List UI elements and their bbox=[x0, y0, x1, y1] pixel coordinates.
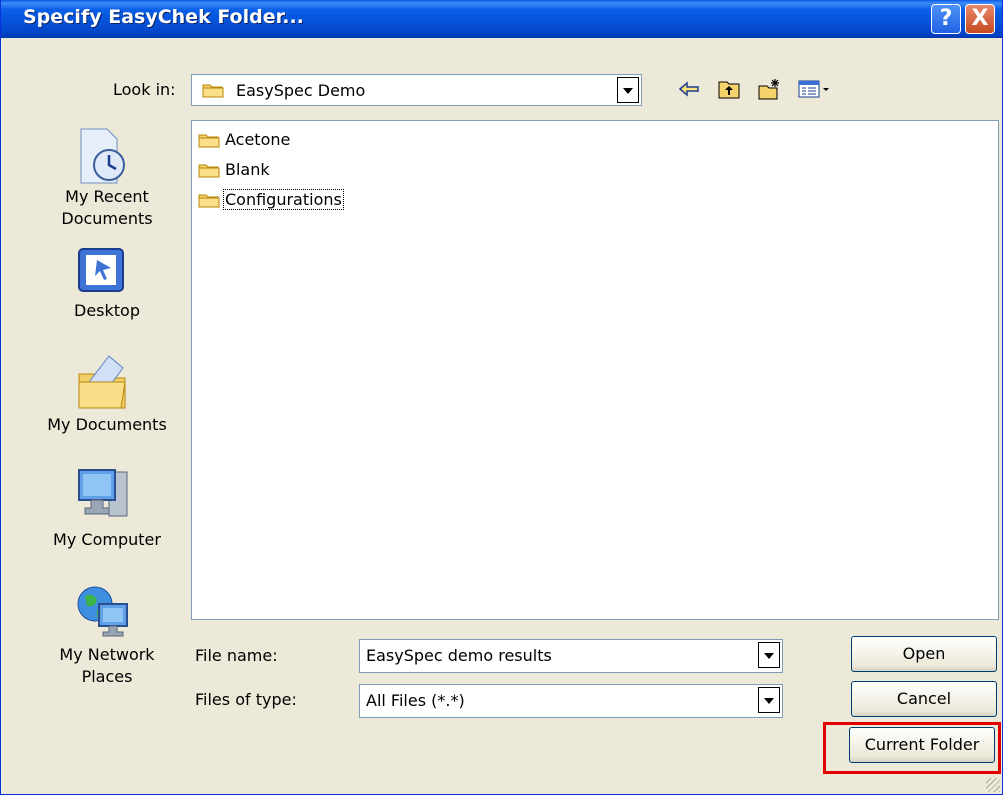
open-button[interactable]: Open bbox=[851, 636, 997, 672]
folder-icon bbox=[202, 84, 224, 98]
place-label: My Documents bbox=[47, 415, 167, 434]
file-type-label: Files of type: bbox=[195, 690, 297, 709]
folder-icon bbox=[198, 164, 220, 178]
file-name: Acetone bbox=[225, 130, 291, 149]
place-label: Places bbox=[81, 667, 133, 686]
file-name-value: EasySpec demo results bbox=[366, 646, 552, 665]
look-in-value: EasySpec Demo bbox=[236, 81, 366, 100]
place-label: Desktop bbox=[74, 301, 140, 320]
title-bar[interactable]: Specify EasyChek Folder... ? X bbox=[1, 0, 1002, 38]
recent-documents-icon bbox=[80, 128, 125, 184]
look-in-dropdown[interactable]: EasySpec Demo bbox=[191, 74, 642, 106]
resize-grip[interactable] bbox=[986, 778, 1000, 792]
place-label: My Network bbox=[59, 645, 155, 664]
desktop-icon bbox=[78, 248, 124, 292]
chevron-down-icon[interactable] bbox=[617, 77, 639, 103]
file-type-value: All Files (*.*) bbox=[366, 691, 465, 710]
file-name: Blank bbox=[225, 160, 270, 179]
place-label: Documents bbox=[61, 209, 153, 228]
file-name-field[interactable]: EasySpec demo results bbox=[359, 639, 783, 673]
help-button[interactable]: ? bbox=[931, 4, 961, 34]
dialog-window: Specify EasyChek Folder... ? X Look in: … bbox=[0, 0, 1003, 795]
my-documents-icon bbox=[78, 355, 126, 409]
view-menu-icon[interactable] bbox=[797, 78, 831, 100]
chevron-down-icon[interactable] bbox=[758, 687, 780, 713]
folder-icon bbox=[198, 134, 220, 148]
place-label: My Computer bbox=[53, 530, 161, 549]
window-title: Specify EasyChek Folder... bbox=[23, 6, 304, 28]
close-button[interactable]: X bbox=[965, 4, 995, 34]
new-folder-icon[interactable] bbox=[757, 78, 781, 100]
network-places-icon bbox=[77, 586, 128, 637]
highlight-box bbox=[823, 722, 1001, 774]
cancel-button[interactable]: Cancel bbox=[851, 681, 997, 717]
file-type-select[interactable]: All Files (*.*) bbox=[359, 684, 783, 718]
file-list[interactable]: Acetone Blank Configurations bbox=[191, 120, 999, 620]
list-item[interactable]: Acetone bbox=[198, 129, 291, 151]
look-in-label: Look in: bbox=[113, 80, 176, 99]
file-name-label: File name: bbox=[195, 646, 278, 665]
place-label: My Recent bbox=[65, 187, 149, 206]
back-arrow-icon[interactable] bbox=[677, 78, 701, 100]
folder-icon bbox=[198, 194, 220, 208]
my-computer-icon bbox=[78, 469, 128, 517]
file-name: Configurations bbox=[223, 189, 344, 210]
list-item[interactable]: Blank bbox=[198, 159, 271, 181]
chevron-down-icon[interactable] bbox=[758, 642, 780, 668]
up-folder-icon[interactable] bbox=[717, 78, 741, 100]
list-item[interactable]: Configurations bbox=[198, 189, 344, 211]
